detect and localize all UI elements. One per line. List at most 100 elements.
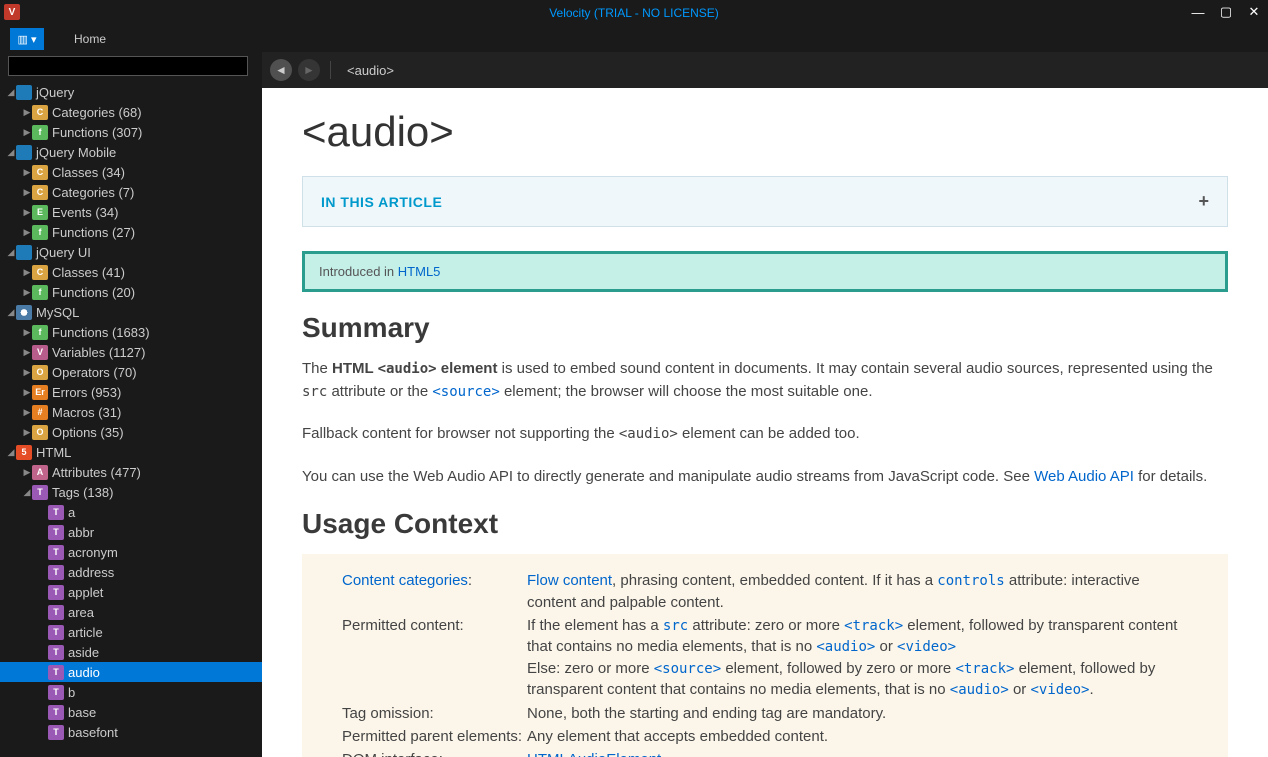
intro-banner: Introduced in HTML5 [302,251,1228,292]
expand-icon[interactable]: ▶ [22,207,32,218]
permitted-content-label: Permitted content: [342,615,527,701]
collapse-icon[interactable]: ◢ [6,447,16,458]
tree-label: jQuery Mobile [36,145,116,160]
expand-icon[interactable]: ▶ [22,127,32,138]
collapse-icon[interactable]: ◢ [22,487,32,498]
tree-node-functions-27-[interactable]: ▶fFunctions (27) [0,222,262,242]
category-icon: T [48,645,64,660]
sidebar: ◢jQuery▶CCategories (68)▶fFunctions (307… [0,52,262,757]
toc-expand-icon[interactable]: + [1198,191,1209,212]
minimize-button[interactable]: — [1184,0,1212,24]
tree-label: aside [68,645,99,660]
category-icon: O [32,365,48,380]
collapse-icon[interactable]: ◢ [6,247,16,258]
category-icon: T [48,505,64,520]
expand-icon[interactable]: ▶ [22,167,32,178]
tree-node-applet[interactable]: Tapplet [0,582,262,602]
collapse-icon[interactable]: ◢ [6,87,16,98]
expand-icon[interactable]: ▶ [22,407,32,418]
app-menu-button[interactable]: ▥ ▾ [10,28,44,50]
tree-node-functions-307-[interactable]: ▶fFunctions (307) [0,122,262,142]
expand-icon[interactable]: ▶ [22,427,32,438]
tree-node-attributes-477-[interactable]: ▶AAttributes (477) [0,462,262,482]
tree-node-abbr[interactable]: Tabbr [0,522,262,542]
maximize-button[interactable]: ▢ [1212,0,1240,24]
tree-node-classes-34-[interactable]: ▶CClasses (34) [0,162,262,182]
tree-node-jquery-mobile[interactable]: ◢ jQuery Mobile [0,142,262,162]
tree-node-b[interactable]: Tb [0,682,262,702]
tree-node-mysql[interactable]: ◢MySQL [0,302,262,322]
tree-node-variables-1127-[interactable]: ▶VVariables (1127) [0,342,262,362]
tree-node-classes-41-[interactable]: ▶CClasses (41) [0,262,262,282]
expand-icon[interactable]: ▶ [22,387,32,398]
menu-home[interactable]: Home [64,32,116,46]
content-categories-link[interactable]: Content categories [342,572,468,589]
expand-icon[interactable]: ▶ [22,327,32,338]
back-button[interactable]: ◄ [270,59,292,81]
tree-node-categories-68-[interactable]: ▶CCategories (68) [0,102,262,122]
expand-icon[interactable]: ▶ [22,467,32,478]
expand-icon[interactable]: ▶ [22,187,32,198]
intro-link[interactable]: HTML5 [398,264,441,279]
expand-icon[interactable]: ▶ [22,367,32,378]
expand-icon[interactable]: ▶ [22,227,32,238]
tree-node-acronym[interactable]: Tacronym [0,542,262,562]
collapse-icon[interactable]: ◢ [6,307,16,318]
collapse-icon[interactable]: ◢ [6,147,16,158]
forward-button[interactable]: ► [298,59,320,81]
tree-label: jQuery UI [36,245,91,260]
tree-node-base[interactable]: Tbase [0,702,262,722]
breadcrumb: <audio> [347,63,394,78]
tree-node-events-34-[interactable]: ▶EEvents (34) [0,202,262,222]
app-logo-icon: V [4,4,20,20]
close-button[interactable]: ✕ [1240,0,1268,24]
expand-icon[interactable]: ▶ [22,287,32,298]
expand-icon[interactable]: ▶ [22,267,32,278]
expand-icon[interactable]: ▶ [22,347,32,358]
tree-node-categories-7-[interactable]: ▶CCategories (7) [0,182,262,202]
dom-interface-label: DOM interface: [342,749,527,757]
tree-node-address[interactable]: Taddress [0,562,262,582]
tree-label: Functions (27) [52,225,135,240]
tree-label: Macros (31) [52,405,121,420]
category-icon: E [32,205,48,220]
toc-box[interactable]: IN THIS ARTICLE + [302,176,1228,227]
category-icon: T [48,625,64,640]
category-icon: T [48,585,64,600]
tree-node-audio[interactable]: Taudio [0,662,262,682]
tree-node-functions-20-[interactable]: ▶fFunctions (20) [0,282,262,302]
tree-node-operators-70-[interactable]: ▶OOperators (70) [0,362,262,382]
tree-node-functions-1683-[interactable]: ▶fFunctions (1683) [0,322,262,342]
tree-label: area [68,605,94,620]
tree-label: b [68,685,75,700]
title-bar: V Velocity (TRIAL - NO LICENSE) — ▢ ✕ [0,0,1268,26]
tree-label: Errors (953) [52,385,121,400]
search-input[interactable] [8,56,248,76]
tree-node-macros-31-[interactable]: ▶#Macros (31) [0,402,262,422]
tree-label: abbr [68,525,94,540]
tree-node-aside[interactable]: Taside [0,642,262,662]
tree-node-article[interactable]: Tarticle [0,622,262,642]
web-audio-api-link[interactable]: Web Audio API [1034,468,1134,485]
nav-divider [330,61,331,79]
category-icon: T [48,685,64,700]
tree-node-basefont[interactable]: Tbasefont [0,722,262,742]
source-link[interactable]: <source> [432,383,499,400]
category-icon: T [48,565,64,580]
category-icon: 5 [16,445,32,460]
tree-node-area[interactable]: Tarea [0,602,262,622]
tree-node-options-35-[interactable]: ▶OOptions (35) [0,422,262,442]
tree-node-jquery-ui[interactable]: ◢ jQuery UI [0,242,262,262]
document-view[interactable]: <audio> IN THIS ARTICLE + Introduced in … [262,88,1268,757]
category-icon: f [32,325,48,340]
dom-interface-link[interactable]: HTMLAudioElement [527,751,661,757]
tree-node-a[interactable]: Ta [0,502,262,522]
category-icon: C [32,105,48,120]
tree-node-html[interactable]: ◢5HTML [0,442,262,462]
tree-node-errors-953-[interactable]: ▶ErErrors (953) [0,382,262,402]
tree-node-tags-138-[interactable]: ◢TTags (138) [0,482,262,502]
tree-node-jquery[interactable]: ◢jQuery [0,82,262,102]
flow-content-link[interactable]: Flow content [527,572,612,589]
expand-icon[interactable]: ▶ [22,107,32,118]
doc-tree[interactable]: ◢jQuery▶CCategories (68)▶fFunctions (307… [0,82,262,757]
